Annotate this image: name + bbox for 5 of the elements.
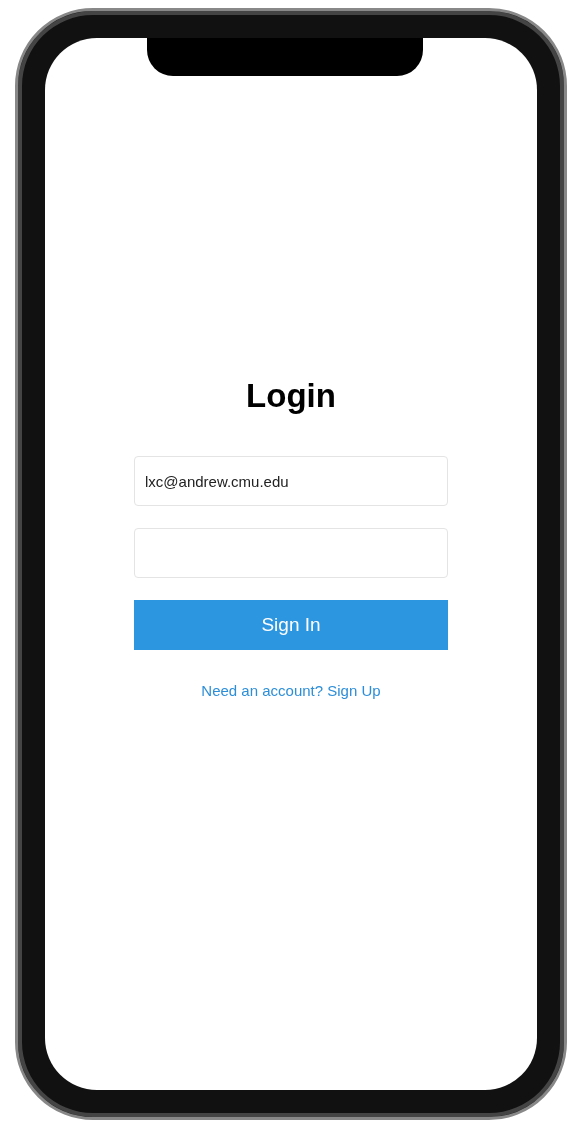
sign-up-link[interactable]: Need an account? Sign Up bbox=[201, 680, 381, 703]
email-field[interactable]: lxc@andrew.cmu.edu bbox=[134, 456, 448, 506]
password-field[interactable] bbox=[134, 528, 448, 578]
login-title: Login bbox=[246, 376, 336, 416]
sign-in-button[interactable]: Sign In bbox=[134, 600, 448, 650]
